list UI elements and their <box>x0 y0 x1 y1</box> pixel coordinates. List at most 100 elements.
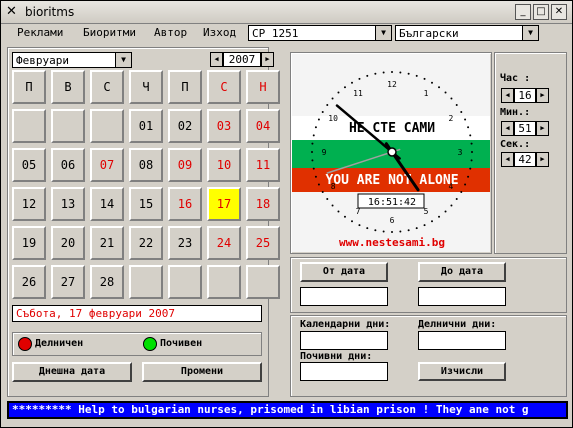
encoding-value: CP 1251 <box>252 27 299 40</box>
x-logo-icon: ✕ <box>6 4 17 19</box>
menu-author[interactable]: Автор <box>154 26 187 39</box>
day-cell-08[interactable]: 08 <box>129 148 163 182</box>
arrow-left-icon[interactable]: ◀ <box>501 88 514 103</box>
calculate-button[interactable]: Изчисли <box>418 362 506 381</box>
arrow-left-icon[interactable]: ◀ <box>210 52 223 67</box>
day-cell-25[interactable]: 25 <box>246 226 280 260</box>
year-value[interactable]: 2007 <box>223 52 261 67</box>
work-days-field[interactable] <box>418 331 506 350</box>
hour-value[interactable]: 16 <box>514 88 536 103</box>
minute-dot <box>469 167 472 170</box>
from-date-button[interactable]: От дата <box>300 262 388 282</box>
day-cell-24[interactable]: 24 <box>207 226 241 260</box>
day-cell-09[interactable]: 09 <box>168 148 202 182</box>
chevron-down-icon[interactable]: ▼ <box>115 53 131 67</box>
day-cell-27[interactable]: 27 <box>51 265 85 299</box>
minute-dot <box>471 151 473 153</box>
day-cell-02[interactable]: 02 <box>168 109 202 143</box>
day-cell-20[interactable]: 20 <box>51 226 85 260</box>
minute-dot <box>438 86 441 89</box>
arrow-right-icon[interactable]: ▶ <box>261 52 274 67</box>
day-cell-12[interactable]: 12 <box>12 187 46 221</box>
day-cell-01[interactable]: 01 <box>129 109 163 143</box>
second-value[interactable]: 42 <box>514 152 536 167</box>
empty-day-cell <box>90 109 124 143</box>
arrow-left-icon[interactable]: ◀ <box>501 152 514 167</box>
today-button[interactable]: Днешна дата <box>12 362 132 382</box>
day-cell-22[interactable]: 22 <box>129 226 163 260</box>
second-label: Сек.: <box>500 139 531 150</box>
minute-dot <box>337 210 340 213</box>
hour-spinner[interactable]: ◀ 16 ▶ <box>501 88 551 103</box>
slogan-red-text: YOU ARE NOT ALONE <box>325 173 458 188</box>
menu-ads[interactable]: Реклами <box>17 26 63 39</box>
to-date-button[interactable]: До дата <box>418 262 506 282</box>
second-spinner[interactable]: ◀ 42 ▶ <box>501 152 551 167</box>
day-cell-16[interactable]: 16 <box>168 187 202 221</box>
minute-dot <box>431 220 433 223</box>
day-cell-17[interactable]: 17 <box>207 187 241 221</box>
clock-number: 6 <box>390 216 395 225</box>
minute-dot <box>317 183 320 186</box>
year-spinner[interactable]: ◀ 2007 ▶ <box>210 52 280 67</box>
minute-value[interactable]: 51 <box>514 121 536 136</box>
day-cell-04[interactable]: 04 <box>246 109 280 143</box>
day-cell-23[interactable]: 23 <box>168 226 202 260</box>
minute-dot <box>460 111 463 113</box>
minute-dot <box>326 198 329 201</box>
clock-number: 10 <box>328 114 338 123</box>
day-cell-05[interactable]: 05 <box>12 148 46 182</box>
day-cell-14[interactable]: 14 <box>90 187 124 221</box>
day-cell-19[interactable]: 19 <box>12 226 46 260</box>
chevron-down-icon[interactable]: ▼ <box>522 26 538 40</box>
arrow-right-icon[interactable]: ▶ <box>536 88 549 103</box>
maximize-button[interactable]: □ <box>533 4 549 20</box>
encoding-select[interactable]: CP 1251 ▼ <box>248 25 392 41</box>
clock-number: 2 <box>448 114 453 123</box>
minute-dot <box>423 224 426 227</box>
minute-dot <box>366 227 369 230</box>
arrow-left-icon[interactable]: ◀ <box>501 121 514 136</box>
arrow-right-icon[interactable]: ▶ <box>536 121 549 136</box>
from-date-field[interactable] <box>300 287 388 306</box>
day-cell-11[interactable]: 11 <box>246 148 280 182</box>
day-cell-07[interactable]: 07 <box>90 148 124 182</box>
day-cell-18[interactable]: 18 <box>246 187 280 221</box>
day-cell-06[interactable]: 06 <box>51 148 85 182</box>
day-cell-10[interactable]: 10 <box>207 148 241 182</box>
calendar-days-field[interactable] <box>300 331 388 350</box>
minute-dot <box>382 71 385 74</box>
minute-dot <box>444 210 447 213</box>
month-select[interactable]: Февруари ▼ <box>12 52 132 68</box>
minute-dot <box>407 229 410 232</box>
day-cell-13[interactable]: 13 <box>51 187 85 221</box>
empty-day-cell <box>246 265 280 299</box>
day-cell-28[interactable]: 28 <box>90 265 124 299</box>
minute-dot <box>311 159 314 162</box>
day-cell-15[interactable]: 15 <box>129 187 163 221</box>
to-date-field[interactable] <box>418 287 506 306</box>
title-bar[interactable]: ✕ bioritms _ □ ✕ <box>1 1 572 24</box>
day-cell-26[interactable]: 26 <box>12 265 46 299</box>
minute-dot <box>382 230 385 233</box>
close-button[interactable]: ✕ <box>551 4 567 20</box>
clock-number: 3 <box>458 148 463 157</box>
rest-days-field[interactable] <box>300 362 388 381</box>
minimize-button[interactable]: _ <box>515 4 531 20</box>
minute-dot <box>321 111 324 113</box>
arrow-right-icon[interactable]: ▶ <box>536 152 549 167</box>
day-cell-03[interactable]: 03 <box>207 109 241 143</box>
language-select[interactable]: Български ▼ <box>395 25 539 41</box>
day-cell-21[interactable]: 21 <box>90 226 124 260</box>
legend-panel: Делничен Почивен <box>12 332 262 356</box>
minute-spinner[interactable]: ◀ 51 ▶ <box>501 121 551 136</box>
menu-biorhythms[interactable]: Биоритми <box>83 26 136 39</box>
minute-dot <box>444 91 447 94</box>
minute-dot <box>450 204 453 207</box>
chevron-down-icon[interactable]: ▼ <box>375 26 391 40</box>
empty-day-cell <box>129 265 163 299</box>
slogan-bg-text: НЕ СТЕ САМИ <box>349 121 435 136</box>
app-window: ✕ bioritms _ □ ✕ Реклами Биоритми Автор … <box>0 0 573 428</box>
menu-exit[interactable]: Изход <box>203 26 236 39</box>
change-button[interactable]: Промени <box>142 362 262 382</box>
